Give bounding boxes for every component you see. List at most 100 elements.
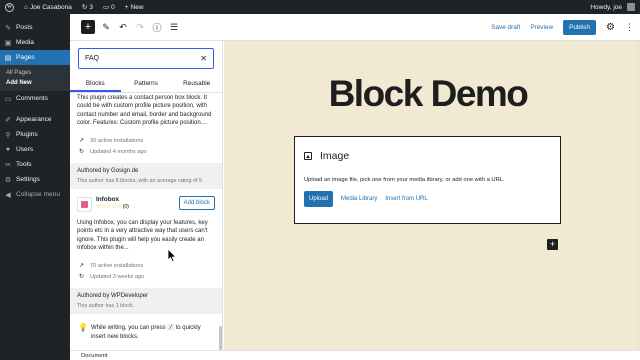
- site-name: Joe Casabona: [29, 3, 72, 11]
- pencil-icon: ✎: [102, 21, 110, 32]
- tab-blocks[interactable]: Blocks: [70, 75, 121, 92]
- menu-item-plugins[interactable]: ⚲ Plugins: [0, 127, 70, 142]
- tools-button[interactable]: ✎: [100, 21, 112, 33]
- chart-icon: ↗: [79, 138, 85, 144]
- result-description: This plugin creates a contact person box…: [77, 95, 212, 127]
- chart-icon: ↗: [79, 263, 85, 269]
- result-installs: ↗ 70 active installations: [79, 262, 144, 270]
- media-icon: ▣: [4, 39, 12, 47]
- result-installs: ↗ 30 active installations: [79, 137, 144, 145]
- plug-icon: ⚲: [5, 131, 11, 139]
- details-button[interactable]: ⓘ: [151, 21, 163, 33]
- menu-item-tools[interactable]: ✂ Tools: [0, 157, 70, 172]
- inserter-search-box: ✕: [78, 48, 214, 69]
- inserter-scrollbar[interactable]: [219, 326, 222, 350]
- updates-link[interactable]: ↻ 3: [77, 0, 98, 14]
- submenu-all-pages[interactable]: All Pages: [0, 68, 70, 78]
- pages-icon: ▤: [4, 54, 12, 62]
- updates-count: 3: [89, 3, 93, 11]
- save-draft-button[interactable]: Save draft: [491, 24, 520, 31]
- pages-submenu: All Pages Add New: [0, 65, 70, 91]
- greeting: Howdy, joe: [590, 3, 622, 11]
- inserter-results: This plugin creates a contact person box…: [70, 94, 222, 350]
- plugin-header: Infobox ☆☆☆☆☆ (0) Add block: [70, 189, 222, 215]
- comments-link[interactable]: ▭ 0: [98, 0, 120, 14]
- new-label: New: [130, 3, 144, 11]
- image-block-title: Image: [320, 150, 350, 162]
- brush-icon: ✐: [5, 116, 11, 124]
- menu-item-settings[interactable]: ⚙ Settings: [0, 172, 70, 187]
- plugin-icon: [77, 197, 92, 212]
- account-menu[interactable]: Howdy, joe: [585, 0, 640, 14]
- plus-icon: +: [84, 21, 92, 33]
- result-description: Using Infobox, you can display your feat…: [77, 220, 208, 252]
- insert-from-url-button[interactable]: Insert from URL: [385, 196, 427, 202]
- editor-toolbar: + ✎ ↶ ↷ ⓘ ☰ Save draft Preview Publish ⚙…: [70, 14, 640, 41]
- info-icon: ⓘ: [152, 22, 162, 33]
- redo-button[interactable]: ↷: [134, 21, 146, 33]
- add-block-plus-button[interactable]: +: [547, 239, 558, 250]
- redo-icon: ↷: [136, 21, 144, 32]
- undo-button[interactable]: ↶: [117, 21, 129, 33]
- editor-canvas: Block Demo Image Upload an image file, p…: [224, 41, 640, 350]
- author-box: Authored by Gosign.de This author has 8 …: [70, 163, 222, 189]
- comments-count: 0: [111, 3, 115, 11]
- menu-item-media[interactable]: ▣ Media: [0, 35, 70, 50]
- wordpress-icon: W: [5, 2, 14, 12]
- result-updated: ↻ Updated 4 months ago: [79, 148, 147, 156]
- comment-icon: ▭: [102, 4, 110, 11]
- wordpress-logo[interactable]: W: [0, 0, 19, 14]
- user-icon: ●: [5, 146, 11, 153]
- breadcrumb[interactable]: Document: [81, 353, 107, 359]
- result-updated: ↻ Updated 3 weeks ago: [79, 273, 145, 281]
- new-content-link[interactable]: + New: [120, 0, 149, 14]
- admin-menu: ✎ Posts ▣ Media ▤ Pages All Pages Add New ▭…: [0, 14, 70, 360]
- list-view-button[interactable]: ☰: [168, 21, 180, 33]
- editor-footer: Document: [70, 350, 640, 360]
- options-menu-icon[interactable]: ⋮: [625, 22, 634, 33]
- menu-item-comments[interactable]: ▭ Comments: [0, 91, 70, 106]
- lightbulb-icon: 💡: [78, 323, 88, 332]
- menu-item-pages[interactable]: ▤ Pages: [0, 50, 70, 65]
- image-icon: [304, 152, 312, 160]
- site-name-link[interactable]: ⌂ Joe Casabona: [19, 0, 77, 14]
- media-library-button[interactable]: Media Library: [341, 196, 377, 202]
- block-inserter-panel: ✕ Blocks Patterns Reusable This plugin c…: [70, 41, 223, 350]
- wrench-icon: ✂: [5, 161, 11, 169]
- rating-stars: ☆☆☆☆☆ (0): [96, 204, 129, 210]
- tab-reusable[interactable]: Reusable: [171, 75, 222, 92]
- menu-item-users[interactable]: ● Users: [0, 142, 70, 157]
- settings-icon: ⚙: [4, 176, 12, 184]
- image-block-instructions: Upload an image file, pick one from your…: [304, 177, 505, 183]
- settings-gear-icon[interactable]: ⚙: [606, 22, 615, 33]
- author-box: Authored by WPDeveloper This author has …: [70, 288, 222, 314]
- comment-icon: ▭: [4, 95, 12, 103]
- menu-item-appearance[interactable]: ✐ Appearance: [0, 112, 70, 127]
- image-block-placeholder[interactable]: Image Upload an image file, pick one fro…: [294, 136, 561, 224]
- menu-item-posts[interactable]: ✎ Posts: [0, 20, 70, 35]
- preview-button[interactable]: Preview: [530, 24, 553, 31]
- page-title[interactable]: Block Demo: [224, 73, 632, 115]
- updates-icon: ↻: [81, 4, 88, 11]
- plus-icon: +: [124, 3, 129, 11]
- add-block-button[interactable]: Add block: [178, 196, 215, 210]
- avatar: [627, 3, 635, 11]
- inserter-tabs: Blocks Patterns Reusable: [70, 75, 222, 93]
- inserter-tip: 💡 While writing, you can press / to quic…: [78, 323, 201, 340]
- plus-icon: +: [549, 239, 556, 249]
- tab-patterns[interactable]: Patterns: [121, 75, 172, 92]
- publish-button[interactable]: Publish: [563, 19, 597, 35]
- collapse-icon: ◀: [5, 191, 11, 199]
- update-icon: ↻: [79, 149, 85, 155]
- toggle-inserter-button[interactable]: +: [81, 20, 95, 34]
- home-icon: ⌂: [24, 3, 28, 11]
- close-icon[interactable]: ✕: [200, 54, 207, 63]
- pushpin-icon: ✎: [5, 24, 11, 32]
- upload-button[interactable]: Upload: [304, 191, 334, 207]
- admin-bar: W ⌂ Joe Casabona ↻ 3 ▭ 0 + New Howdy, jo…: [0, 0, 640, 14]
- collapse-menu-button[interactable]: ◀ Collapse menu: [0, 187, 70, 202]
- inserter-search-input[interactable]: [85, 55, 185, 62]
- undo-icon: ↶: [119, 21, 127, 32]
- update-icon: ↻: [79, 274, 85, 280]
- submenu-add-new[interactable]: Add New: [0, 78, 70, 88]
